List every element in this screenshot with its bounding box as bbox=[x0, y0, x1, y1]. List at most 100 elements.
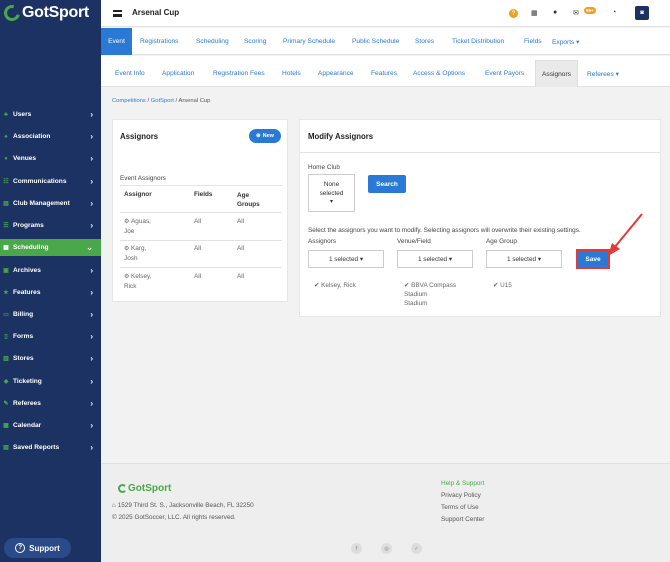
gear-icon[interactable]: ⚙ bbox=[124, 274, 131, 280]
sidebar-item-label: Programs bbox=[13, 222, 44, 229]
footer-link-privacy[interactable]: Privacy Policy bbox=[441, 492, 481, 499]
sidebar-item-programs[interactable]: ☰ Programs › bbox=[0, 217, 101, 234]
mail-icon[interactable]: ✉ bbox=[573, 9, 579, 17]
calendar-icon: ▦ bbox=[3, 423, 9, 429]
sidebar-item-stores[interactable]: ▥ Stores › bbox=[0, 350, 101, 367]
question-icon: ? bbox=[15, 543, 26, 553]
archives-icon: ▣ bbox=[3, 268, 9, 274]
facebook-icon[interactable]: f bbox=[351, 543, 362, 554]
footer-link-terms[interactable]: Terms of Use bbox=[441, 504, 479, 511]
account-icon[interactable]: ◙ bbox=[635, 6, 649, 20]
footer-link-support-center[interactable]: Support Center bbox=[441, 516, 484, 523]
home-club-select[interactable]: None selected ▾ bbox=[308, 174, 355, 212]
gear-icon[interactable]: ⚙ bbox=[124, 219, 131, 225]
sidebar-item-venues[interactable]: ♦ Venues › bbox=[0, 150, 101, 167]
assignor-fields: All bbox=[194, 273, 202, 280]
sidebar-item-club-management[interactable]: ▤ Club Management › bbox=[0, 195, 101, 212]
chevron-right-icon: › bbox=[90, 288, 93, 297]
association-icon: ♠ bbox=[4, 133, 8, 140]
grid-icon[interactable]: ▦ bbox=[531, 9, 538, 17]
subtab-features[interactable]: Features bbox=[371, 60, 397, 87]
assignor-name[interactable]: ⚙ Aguas, Joe bbox=[124, 217, 151, 236]
assignors-title: Assignors bbox=[120, 132, 159, 141]
footer-logo-mark-icon bbox=[118, 484, 127, 493]
subtab-referees[interactable]: Referees ▾ bbox=[587, 60, 619, 87]
instagram-icon[interactable]: ◎ bbox=[381, 543, 392, 554]
sidebar-item-ticketing[interactable]: ◆ Ticketing › bbox=[0, 373, 101, 390]
tab-fields[interactable]: Fields bbox=[524, 28, 542, 55]
sidebar-item-scheduling[interactable]: ▦ Scheduling ⌄ bbox=[0, 239, 101, 256]
breadcrumb-competitions[interactable]: Competitions bbox=[112, 98, 146, 104]
footer: GotSport ⌂ 1529 Third St. S., Jacksonvil… bbox=[101, 463, 670, 562]
notification-badge: 99+ bbox=[584, 7, 596, 14]
sidebar-item-communications[interactable]: ☷ Communications › bbox=[0, 173, 101, 190]
chevron-right-icon: › bbox=[90, 221, 93, 230]
sidebar-item-billing[interactable]: ▭ Billing › bbox=[0, 306, 101, 323]
assignors-filter-label: Assignors bbox=[308, 238, 337, 245]
user-icon[interactable]: ● bbox=[553, 9, 557, 16]
check-icon: ✔ bbox=[493, 282, 499, 289]
subtab-assignors[interactable]: Assignors bbox=[535, 60, 578, 87]
tab-registrations[interactable]: Registrations bbox=[140, 28, 178, 55]
sidebar-item-calendar[interactable]: ▦ Calendar › bbox=[0, 417, 101, 434]
logo-text: GotSport bbox=[22, 4, 89, 21]
chat-icon[interactable]: ◔ bbox=[612, 9, 616, 16]
assignors-select[interactable]: 1 selected ▾ bbox=[308, 250, 384, 268]
tab-public-schedule[interactable]: Public Schedule bbox=[352, 28, 399, 55]
plus-circle-icon: ⊕ bbox=[256, 133, 261, 139]
annotation-arrow-icon bbox=[608, 213, 643, 256]
venue-filter-label: Venue/Field bbox=[397, 238, 431, 245]
sidebar-item-association[interactable]: ♠ Association › bbox=[0, 128, 101, 145]
tab-event[interactable]: Event bbox=[101, 28, 132, 55]
chevron-right-icon: › bbox=[90, 354, 93, 363]
twitter-icon[interactable]: ✓ bbox=[411, 543, 422, 554]
subtab-appearance[interactable]: Appearance bbox=[318, 60, 354, 87]
subtab-event-payors[interactable]: Event Payors bbox=[485, 60, 524, 87]
subtab-registration-fees[interactable]: Registration Fees bbox=[213, 60, 265, 87]
footer-logo-text: GotSport bbox=[128, 483, 172, 494]
help-icon[interactable]: ? bbox=[509, 9, 518, 18]
col-assignor: Assignor bbox=[124, 191, 152, 198]
footer-address-text: 1529 Third St. S., Jacksonville Beach, F… bbox=[117, 502, 254, 509]
tab-stores[interactable]: Stores bbox=[415, 28, 434, 55]
tab-primary-schedule[interactable]: Primary Schedule bbox=[283, 28, 335, 55]
subtab-hotels[interactable]: Hotels bbox=[282, 60, 301, 87]
sidebar-item-features[interactable]: ★ Features › bbox=[0, 284, 101, 301]
tab-ticket-distribution[interactable]: Ticket Distribution bbox=[452, 28, 504, 55]
subtab-application[interactable]: Application bbox=[162, 60, 194, 87]
gear-icon[interactable]: ⚙ bbox=[124, 246, 131, 252]
club-icon: ▤ bbox=[3, 201, 9, 207]
menu-icon[interactable] bbox=[113, 10, 122, 17]
sidebar-item-label: Association bbox=[13, 133, 51, 140]
logo-mark-icon bbox=[1, 2, 23, 24]
subtab-event-info[interactable]: Event Info bbox=[115, 60, 145, 87]
tab-scheduling[interactable]: Scheduling bbox=[196, 28, 229, 55]
sidebar-item-forms[interactable]: ▯ Forms › bbox=[0, 328, 101, 345]
sidebar-item-referees[interactable]: ✎ Referees › bbox=[0, 395, 101, 412]
venues-icon: ♦ bbox=[4, 155, 8, 162]
selected-venue: ✔ BBVA Compass Stadium Stadium bbox=[404, 281, 456, 308]
chevron-right-icon: › bbox=[90, 132, 93, 141]
sidebar-item-label: Features bbox=[13, 289, 41, 296]
sidebar-item-saved-reports[interactable]: ▤ Saved Reports › bbox=[0, 439, 101, 456]
assignor-name[interactable]: ⚙ Kelsey, Rick bbox=[124, 272, 152, 291]
sidebar-item-users[interactable]: ♣ Users › bbox=[0, 106, 101, 123]
footer-link-help[interactable]: Help & Support bbox=[441, 480, 484, 487]
sidebar: GotSport ♣ Users › ♠ Association › ♦ Venues › ☷ Co… bbox=[0, 0, 101, 562]
check-icon: ✔ bbox=[314, 282, 320, 289]
age-group-filter-label: Age Group bbox=[486, 238, 517, 245]
tab-scoring[interactable]: Scoring bbox=[244, 28, 266, 55]
subtab-access-options[interactable]: Access & Options bbox=[413, 60, 465, 87]
search-button[interactable]: Search bbox=[368, 175, 406, 193]
support-button[interactable]: ? Support bbox=[4, 538, 71, 558]
sidebar-item-label: Club Management bbox=[13, 200, 70, 207]
chevron-right-icon: › bbox=[90, 110, 93, 119]
venue-select[interactable]: 1 selected ▾ bbox=[397, 250, 473, 268]
breadcrumb-gotsport[interactable]: GotSport bbox=[151, 98, 174, 104]
gotsport-logo[interactable]: GotSport bbox=[1, 2, 89, 24]
sidebar-item-archives[interactable]: ▣ Archives › bbox=[0, 262, 101, 279]
new-assignor-button[interactable]: ⊕ New bbox=[249, 129, 281, 143]
age-group-select[interactable]: 1 selected ▾ bbox=[486, 250, 562, 268]
tab-exports[interactable]: Exports ▾ bbox=[552, 28, 580, 55]
assignor-name[interactable]: ⚙ Karg, Josh bbox=[124, 244, 146, 263]
